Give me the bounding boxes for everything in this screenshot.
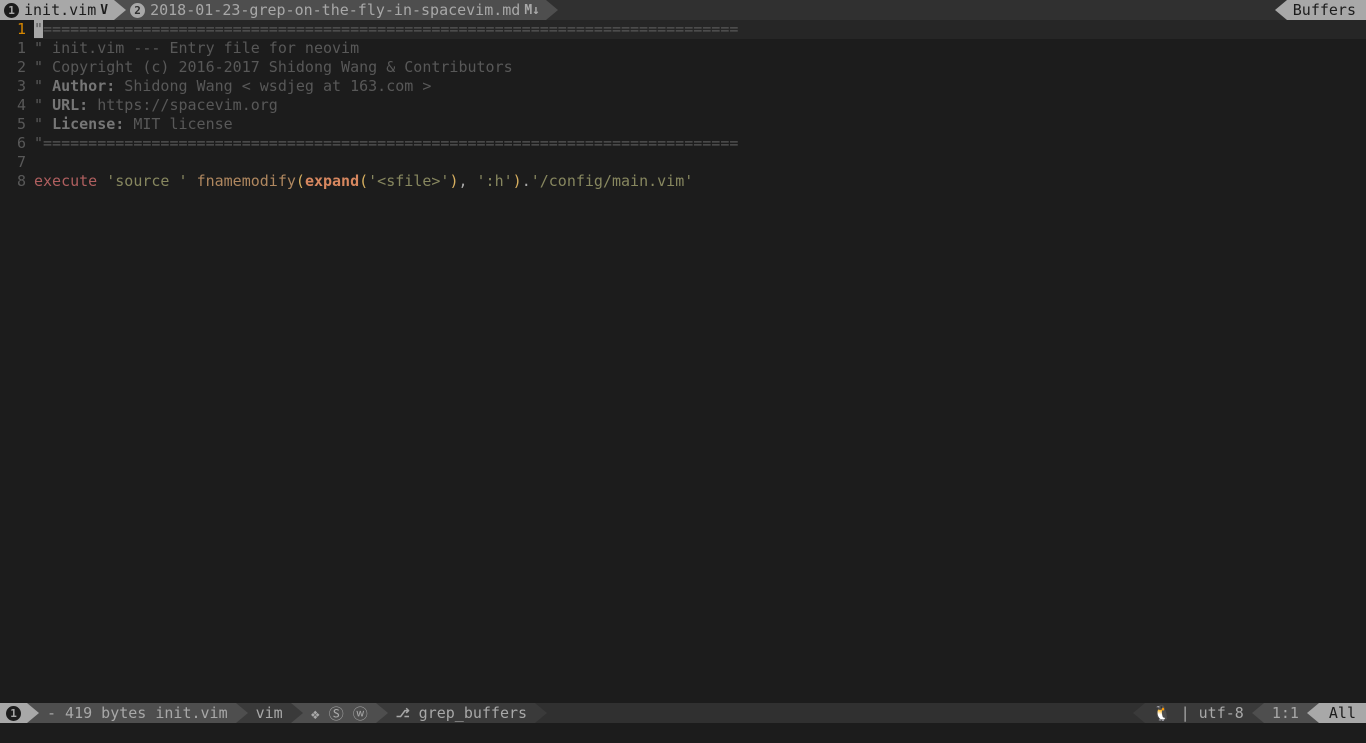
line-number: 1 <box>0 20 26 39</box>
separator-icon <box>1252 703 1264 723</box>
code-line[interactable]: " Author: Shidong Wang < wsdjeg at 163.c… <box>34 77 1366 96</box>
statusline: 1 - 419 bytes init.vim vim ❖ Ⓢ ⓦ ⎇ grep_… <box>0 703 1366 723</box>
window-number-icon: 1 <box>6 706 21 721</box>
scroll-percent: All <box>1319 703 1366 723</box>
window-number: 1 <box>0 703 27 723</box>
separator-icon <box>1275 0 1287 20</box>
separator-icon <box>236 703 248 723</box>
tab-separator-icon <box>546 0 558 20</box>
encoding: 🐧 | utf-8 <box>1145 703 1252 723</box>
line-number: 3 <box>0 77 26 96</box>
code-line[interactable] <box>34 153 1366 172</box>
editor-area[interactable]: 112345678 "=============================… <box>0 20 1366 703</box>
separator-icon <box>291 703 303 723</box>
code-line[interactable]: execute 'source ' fnamemodify(expand('<s… <box>34 172 1366 191</box>
code-line[interactable]: " Copyright (c) 2016-2017 Shidong Wang &… <box>34 58 1366 77</box>
line-number: 2 <box>0 58 26 77</box>
statusline-right: 🐧 | utf-8 1:1 All <box>1133 703 1366 723</box>
line-number-gutter: 112345678 <box>0 20 34 703</box>
tab-init-vim[interactable]: 1 init.vim V <box>0 0 114 20</box>
separator-icon <box>27 703 39 723</box>
code-line[interactable]: "=======================================… <box>34 134 1366 153</box>
command-line[interactable] <box>0 723 1366 743</box>
branch-icon: ⎇ <box>396 706 410 720</box>
buffers-label-text: Buffers <box>1293 1 1356 19</box>
file-info: - 419 bytes init.vim <box>39 703 236 723</box>
tab-label: 2018-01-23-grep-on-the-fly-in-spacevim.m… <box>150 1 520 19</box>
code-line[interactable]: " init.vim --- Entry file for neovim <box>34 39 1366 58</box>
cursor-position: 1:1 <box>1264 703 1307 723</box>
tabline: 1 init.vim V 2 2018-01-23-grep-on-the-fl… <box>0 0 1366 20</box>
line-number: 5 <box>0 115 26 134</box>
tab-separator-icon <box>114 0 126 20</box>
line-number: 7 <box>0 153 26 172</box>
markdown-filetype-icon: M↓ <box>524 3 540 18</box>
os-icon: 🐧 <box>1153 704 1172 722</box>
status-indicators: ❖ Ⓢ ⓦ <box>303 703 376 723</box>
code-line[interactable]: "=======================================… <box>34 20 1366 39</box>
code-line[interactable]: " License: MIT license <box>34 115 1366 134</box>
line-number: 4 <box>0 96 26 115</box>
separator-icon <box>1307 703 1319 723</box>
tab-number-icon: 2 <box>130 3 145 18</box>
code-content[interactable]: "=======================================… <box>34 20 1366 703</box>
tab-label: init.vim <box>24 1 96 19</box>
separator-icon <box>535 703 547 723</box>
buffers-button[interactable]: Buffers <box>1287 0 1366 20</box>
separator-icon <box>1133 703 1145 723</box>
line-number: 6 <box>0 134 26 153</box>
separator-icon <box>376 703 388 723</box>
code-line[interactable]: " URL: https://spacevim.org <box>34 96 1366 115</box>
line-number: 8 <box>0 172 26 191</box>
line-number: 1 <box>0 39 26 58</box>
tab-grep-md[interactable]: 2 2018-01-23-grep-on-the-fly-in-spacevim… <box>126 0 546 20</box>
git-branch: ⎇ grep_buffers <box>388 703 535 723</box>
filetype: vim <box>248 703 291 723</box>
tab-number-icon: 1 <box>4 3 19 18</box>
vim-filetype-icon: V <box>100 3 108 18</box>
